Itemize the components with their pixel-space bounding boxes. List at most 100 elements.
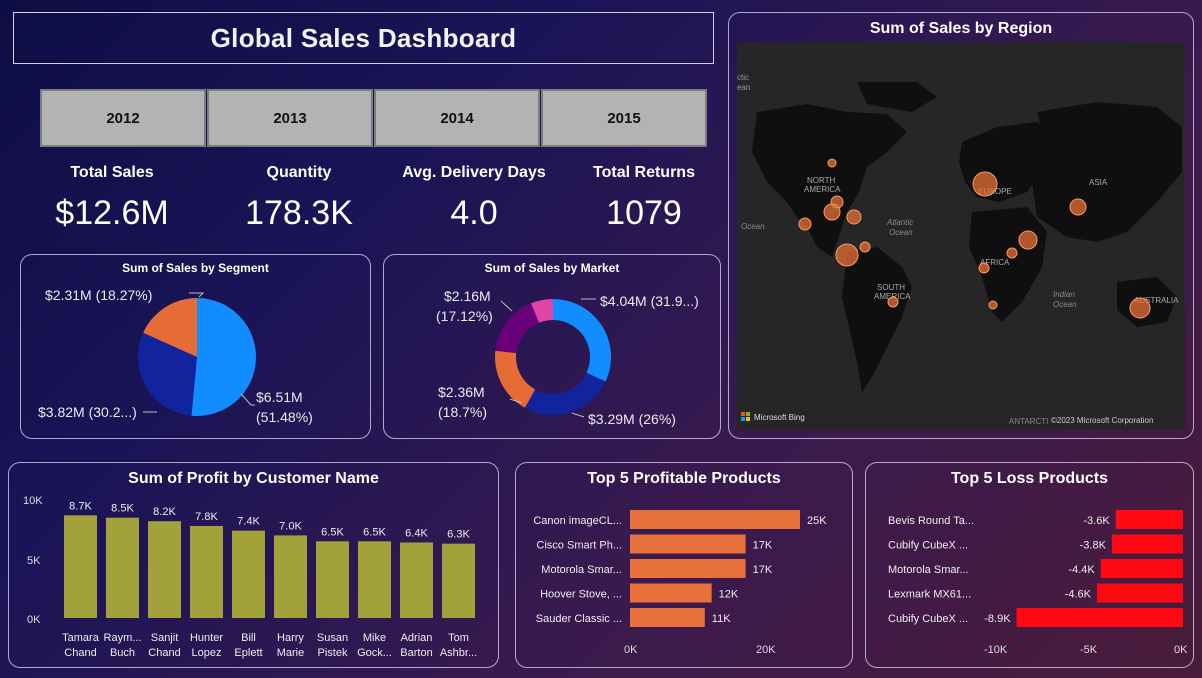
loss-product-bar[interactable] xyxy=(1100,559,1183,578)
customer-name-label-line2: Marie xyxy=(277,647,305,659)
segment-pie-panel: Sum of Sales by Segment $2.31M (18.27%) … xyxy=(20,254,371,439)
map-label-sa-1: SOUTH xyxy=(877,283,905,292)
map-title: Sum of Sales by Region xyxy=(869,20,1053,37)
customer-profit-value-label: 7.8K xyxy=(195,511,218,523)
map-label-indian-1: Indian xyxy=(1053,290,1075,299)
leader-line xyxy=(500,300,513,312)
customer-profit-value-label: 8.2K xyxy=(153,506,176,518)
loss-product-label: Lexmark MX61... xyxy=(888,589,971,601)
customer-profit-value-label: 7.0K xyxy=(279,520,302,532)
market-slice-4[interactable] xyxy=(495,303,540,354)
x-tick-neg5k: -5K xyxy=(1080,644,1098,656)
loss-product-bar[interactable] xyxy=(1016,608,1183,627)
loss-product-bar[interactable] xyxy=(1115,510,1183,529)
map-bubble[interactable] xyxy=(988,300,998,310)
map-bubble[interactable] xyxy=(859,241,871,253)
profitable-product-bar[interactable] xyxy=(630,608,705,627)
map-label-na-1: NORTH xyxy=(807,176,836,185)
leader-line xyxy=(571,412,585,418)
customer-profit-bar[interactable] xyxy=(316,541,349,618)
map-bubble[interactable] xyxy=(1129,297,1151,319)
customer-name-label-line2: Lopez xyxy=(192,647,222,659)
kpi-quantity-value: 178.3K xyxy=(245,194,353,232)
customer-profit-bar[interactable] xyxy=(64,515,97,618)
year-button-2012[interactable]: 2012 xyxy=(40,89,206,147)
ocean-bg xyxy=(737,42,1185,430)
profitable-product-bar[interactable] xyxy=(630,510,800,529)
profitable-product-value-label: 12K xyxy=(719,589,739,601)
loss-product-bar[interactable] xyxy=(1111,534,1183,554)
top-loss-chart[interactable]: Bevis Round Ta... -3.6K Cubify CubeX ... -3… xyxy=(866,463,1193,667)
profitable-product-bar[interactable] xyxy=(630,559,746,578)
customer-name-label-line2: Barton xyxy=(400,647,432,659)
world-map-svg[interactable]: ctic ean NORTH AMERICA EUROPE ASIA Atlan… xyxy=(737,42,1185,430)
year-button-2014[interactable]: 2014 xyxy=(374,89,540,147)
map-bubble[interactable] xyxy=(1018,230,1038,250)
year-button-2015[interactable]: 2015 xyxy=(541,89,707,147)
customer-name-label-line1: Raym... xyxy=(104,632,142,644)
customer-profit-bar[interactable] xyxy=(106,517,139,618)
map-label-indian-2: Ocean xyxy=(1053,300,1077,309)
customer-profit-value-label: 6.4K xyxy=(405,527,428,539)
loss-product-value-label: -4.4K xyxy=(1068,564,1095,576)
bing-logo-red xyxy=(741,412,745,416)
map-bubble[interactable] xyxy=(846,209,862,225)
market-donut-chart[interactable]: $4.04M (31.9...) $3.29M (26%) $2.36M (18… xyxy=(384,255,720,438)
top-profitable-panel: Top 5 Profitable Products Canon imageCL.… xyxy=(515,462,853,668)
map-bubble[interactable] xyxy=(798,217,812,231)
segment-pie-chart[interactable]: $2.31M (18.27%) $3.82M (30.2...) $6.51M … xyxy=(21,255,370,438)
x-tick-0k: 0K xyxy=(624,644,638,656)
map-bubble[interactable] xyxy=(827,158,837,168)
loss-product-label: Cubify CubeX ... xyxy=(888,540,968,552)
map-bubble[interactable] xyxy=(887,296,899,308)
customer-profit-bar[interactable] xyxy=(232,530,265,618)
y-tick-5k: 5K xyxy=(27,555,41,567)
profitable-product-value-label: 17K xyxy=(753,564,773,576)
map-bubble[interactable] xyxy=(1006,247,1018,259)
year-button-2013[interactable]: 2013 xyxy=(207,89,373,147)
profitable-product-value-label: 17K xyxy=(753,540,773,552)
segment-slice-1[interactable] xyxy=(191,298,257,416)
leader-line xyxy=(240,393,255,406)
x-tick-neg10k: -10K xyxy=(984,644,1008,656)
profit-customer-chart[interactable]: 10K 5K 0K 8.7K Tamara Chand 8.5K Raym... Buch… xyxy=(9,463,498,667)
bing-logo-yellow xyxy=(746,417,750,421)
market-label-1: $4.04M (31.9...) xyxy=(600,293,699,309)
segment-label-2: $3.82M (30.2...) xyxy=(38,404,137,420)
market-label-3a: $2.36M xyxy=(438,384,485,400)
loss-product-bar[interactable] xyxy=(1096,583,1183,603)
loss-product-label: Motorola Smar... xyxy=(888,564,969,576)
profitable-product-label: Motorola Smar... xyxy=(541,564,622,576)
customer-name-label-line1: Bill xyxy=(241,632,256,644)
customer-profit-bar[interactable] xyxy=(442,543,475,618)
customer-profit-bar[interactable] xyxy=(400,542,433,618)
customer-name-label-line2: Pistek xyxy=(318,647,348,659)
segment-label-3: $2.31M (18.27%) xyxy=(45,287,152,303)
bing-logo-green xyxy=(746,412,750,416)
customer-profit-bar[interactable] xyxy=(190,525,223,618)
map-bubble[interactable] xyxy=(823,203,841,221)
market-slice-3[interactable] xyxy=(495,350,536,408)
world-map[interactable]: ctic ean NORTH AMERICA EUROPE ASIA Atlan… xyxy=(737,42,1185,430)
customer-profit-bar[interactable] xyxy=(148,521,181,618)
bing-logo-blue xyxy=(741,417,745,421)
customer-name-label-line2: Buch xyxy=(110,647,135,659)
profitable-product-bar[interactable] xyxy=(630,583,712,603)
market-slice-2[interactable] xyxy=(524,372,606,415)
map-bubble[interactable] xyxy=(1069,198,1087,216)
customer-name-label-line2: Ashbr... xyxy=(440,647,477,659)
profitable-product-bar[interactable] xyxy=(630,534,746,554)
map-bubble[interactable] xyxy=(835,243,859,267)
customer-name-label-line2: Chand xyxy=(148,647,180,659)
map-bubble[interactable] xyxy=(972,171,998,197)
bing-label: Microsoft Bing xyxy=(754,413,805,422)
top-profitable-chart[interactable]: Canon imageCL... 25K Cisco Smart Ph... 17K M… xyxy=(516,463,852,667)
map-bubble[interactable] xyxy=(978,262,990,274)
market-slice-1[interactable] xyxy=(553,299,611,382)
customer-profit-bar[interactable] xyxy=(274,535,307,618)
customer-name-label-line2: Gock... xyxy=(357,647,392,659)
map-label-na-2: AMERICA xyxy=(804,185,841,194)
customer-name-label-line1: Tom xyxy=(448,632,469,644)
customer-profit-bar[interactable] xyxy=(358,541,391,618)
profitable-product-label: Canon imageCL... xyxy=(533,515,622,527)
